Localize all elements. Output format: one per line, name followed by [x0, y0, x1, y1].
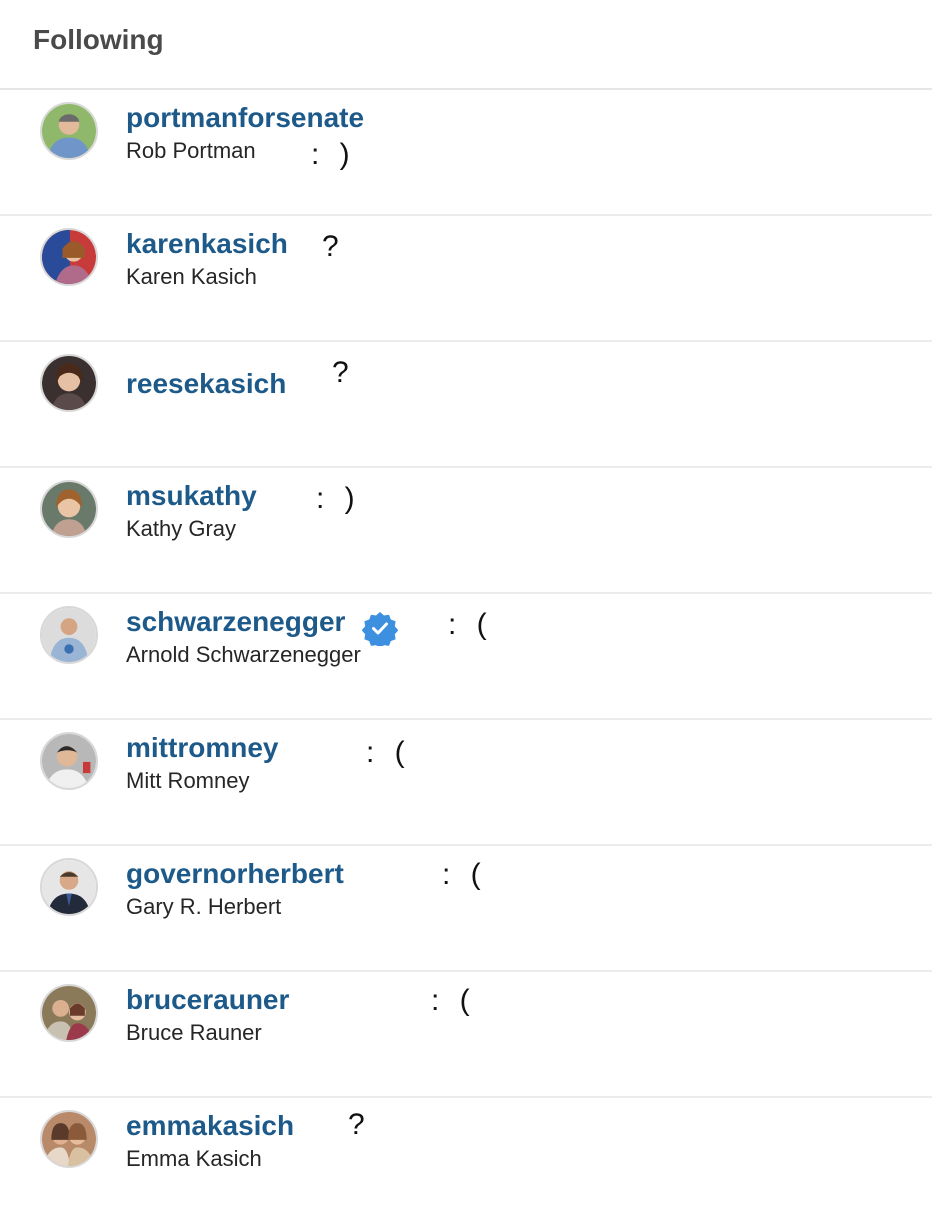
avatar[interactable]: [40, 606, 98, 664]
annotation-mark: ?: [322, 230, 345, 263]
username-link[interactable]: governorherbert: [126, 858, 344, 890]
full-name: Gary R. Herbert: [126, 894, 282, 919]
list-item[interactable]: emmakasich Emma Kasich?: [0, 1098, 932, 1224]
username-link[interactable]: schwarzenegger: [126, 606, 345, 638]
avatar[interactable]: [40, 858, 98, 916]
list-item[interactable]: governorherbert Gary R. Herbert : (: [0, 846, 932, 972]
username-link[interactable]: emmakasich: [126, 1110, 294, 1142]
annotation-mark: : (: [448, 608, 493, 641]
username-link[interactable]: mittromney: [126, 732, 278, 764]
list-item[interactable]: mittromney Mitt Romney : (: [0, 720, 932, 846]
list-item[interactable]: karenkasich Karen Kasich?: [0, 216, 932, 342]
username-link[interactable]: portmanforsenate: [126, 102, 364, 134]
annotation-mark: : ): [316, 482, 361, 515]
list-item[interactable]: reesekasich?: [0, 342, 932, 468]
avatar[interactable]: [40, 228, 98, 286]
page-title: Following: [33, 24, 164, 55]
annotation-mark: ?: [348, 1108, 371, 1141]
following-list: portmanforsenate Rob Portman : ) karenka…: [0, 90, 932, 1224]
annotation-mark: : (: [366, 736, 411, 769]
full-name: Kathy Gray: [126, 516, 237, 541]
list-item[interactable]: brucerauner Bruce Rauner : (: [0, 972, 932, 1098]
full-name: Emma Kasich: [126, 1146, 262, 1171]
list-item[interactable]: portmanforsenate Rob Portman : ): [0, 90, 932, 216]
full-name: Mitt Romney: [126, 768, 250, 793]
avatar[interactable]: [40, 102, 98, 160]
username-link[interactable]: reesekasich: [126, 368, 286, 400]
username-link[interactable]: karenkasich: [126, 228, 288, 260]
page-header: Following: [0, 0, 932, 90]
list-item[interactable]: schwarzenegger Arnold Schwarzenegger : (: [0, 594, 932, 720]
full-name: Bruce Rauner: [126, 1020, 262, 1045]
annotation-mark: : (: [442, 858, 487, 891]
avatar[interactable]: [40, 354, 98, 412]
username-link[interactable]: msukathy: [126, 480, 257, 512]
avatar[interactable]: [40, 732, 98, 790]
verified-badge-icon: [361, 610, 399, 649]
avatar[interactable]: [40, 480, 98, 538]
annotation-mark: : (: [431, 984, 476, 1017]
annotation-mark: : ): [311, 138, 356, 171]
username-link[interactable]: brucerauner: [126, 984, 289, 1016]
list-item[interactable]: msukathy Kathy Gray : ): [0, 468, 932, 594]
full-name: Arnold Schwarzenegger: [126, 642, 361, 667]
full-name: Rob Portman: [126, 138, 256, 163]
avatar[interactable]: [40, 1110, 98, 1168]
avatar[interactable]: [40, 984, 98, 1042]
annotation-mark: ?: [332, 356, 355, 389]
full-name: Karen Kasich: [126, 264, 257, 289]
